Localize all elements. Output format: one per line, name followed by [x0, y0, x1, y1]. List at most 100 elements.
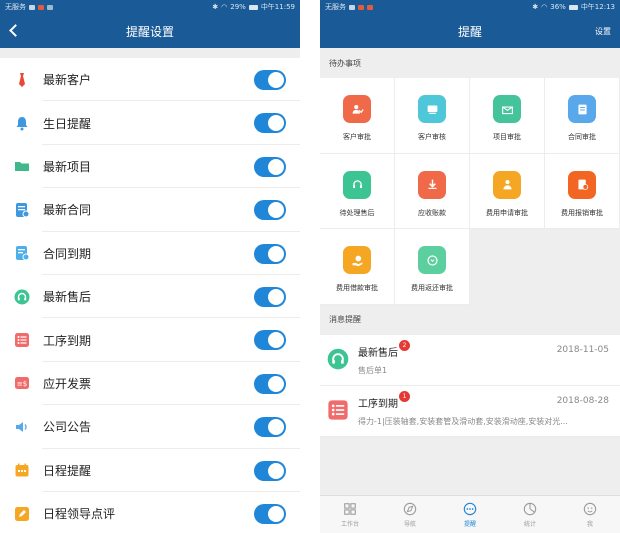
refund-icon	[418, 246, 446, 274]
setting-label: 工序到期	[43, 333, 92, 348]
carrier-label: 无服务	[5, 3, 26, 11]
setting-row: ≡$ 应开发票	[0, 361, 300, 406]
setting-row: 日程提醒	[0, 448, 300, 493]
setting-label: 合同到期	[43, 246, 92, 261]
message-date: 2018-08-28	[556, 395, 609, 406]
setting-toggle[interactable]	[254, 503, 286, 524]
settings-button[interactable]: 设置	[595, 26, 611, 37]
messages-section-title: 消息提醒	[320, 304, 620, 335]
message-row[interactable]: 最新售后 2 2018-11-05 售后单1	[320, 334, 620, 386]
wifi-icon: ◠	[221, 3, 228, 11]
todo-item[interactable]: 费用返还审批	[395, 229, 470, 305]
setting-label: 最新客户	[43, 73, 92, 88]
setting-row: 日程领导点评	[0, 491, 300, 533]
reminder-screen: 无服务 ✱ ◠ 36% 中午12:13 提醒 设置 待办事项 客户审批 客户审核…	[320, 0, 620, 533]
setting-row: 公司公告	[0, 405, 300, 449]
tab-label: 我	[586, 521, 593, 528]
contract-approve-icon	[568, 95, 596, 123]
back-icon[interactable]	[9, 24, 22, 37]
setting-toggle[interactable]	[254, 200, 286, 221]
tab-chat[interactable]: 提醒	[440, 496, 500, 533]
user-icon	[582, 501, 598, 517]
app-notification-icon	[38, 4, 44, 10]
todo-item-label: 费用申请审批	[486, 208, 528, 217]
message-title: 工序到期 1	[358, 390, 410, 410]
bottom-tab-bar: 工作台 导航 提醒 统计 我	[320, 495, 620, 533]
app-root: 无服务 ✱ ◠ 29% 中午11:59 提醒设置 最新客户 生日提醒 最新项目 …	[0, 0, 620, 533]
setting-row: 最新项目	[0, 144, 300, 189]
todo-item[interactable]: 客户审批	[320, 78, 395, 154]
unread-badge: 2	[399, 339, 410, 351]
todo-item[interactable]: 合同审批	[545, 78, 620, 154]
pen-icon	[14, 506, 30, 522]
app-notification-icon	[358, 4, 364, 10]
status-bar: 无服务 ✱ ◠ 36% 中午12:13	[320, 0, 620, 14]
page-title: 提醒	[457, 24, 482, 39]
tab-workbench[interactable]: 工作台	[320, 496, 380, 533]
setting-label: 应开发票	[43, 376, 92, 391]
tab-pie[interactable]: 统计	[500, 496, 560, 533]
setting-row: 最新售后	[0, 274, 300, 319]
calendar-icon	[14, 462, 30, 478]
setting-label: 最新项目	[43, 159, 92, 174]
setting-toggle[interactable]	[254, 330, 286, 351]
page-title: 提醒设置	[125, 24, 174, 39]
toggle-knob	[268, 158, 284, 175]
todo-item[interactable]: 费用报销审批	[545, 153, 620, 229]
todo-item[interactable]: 项目审批	[470, 78, 545, 154]
todo-section-title: 待办事项	[320, 48, 620, 78]
battery-label: 29%	[230, 3, 246, 11]
setting-row: 工序到期	[0, 318, 300, 363]
setting-toggle[interactable]	[254, 113, 286, 134]
todo-item[interactable]: 应收账款	[395, 153, 470, 229]
toggle-knob	[268, 505, 284, 522]
setting-label: 日程领导点评	[43, 507, 116, 522]
setting-toggle[interactable]	[254, 286, 286, 307]
list-icon	[14, 332, 30, 348]
contract-icon	[14, 202, 30, 218]
settings-list: 最新客户 生日提醒 最新项目 最新合同 合同到期 最新售后 工序到期 ≡$ 应开…	[0, 58, 300, 533]
tab-user[interactable]: 我	[560, 496, 620, 533]
message-subtitle: 得力-1|压装轴套,安装套管及滑动套,安装滑动座,安装对光...	[358, 416, 568, 426]
tab-label: 统计	[523, 521, 536, 528]
todo-item[interactable]: 费用申请审批	[470, 153, 545, 229]
setting-toggle[interactable]	[254, 156, 286, 177]
toggle-knob	[268, 202, 284, 219]
setting-toggle[interactable]	[254, 373, 286, 394]
todo-item-label: 项目审批	[493, 133, 521, 141]
setting-row: 最新合同	[0, 188, 300, 232]
message-row[interactable]: 工序到期 1 2018-08-28 得力-1|压装轴套,安装套管及滑动套,安装滑动…	[320, 385, 620, 437]
workbench-icon	[342, 501, 358, 517]
setting-row: 合同到期	[0, 231, 300, 276]
todo-item[interactable]: 待处理售后	[320, 153, 395, 229]
reimburse-icon	[568, 170, 596, 199]
todo-item-label: 客户审批	[343, 133, 371, 141]
tab-label: 提醒	[463, 521, 476, 528]
toggle-knob	[268, 419, 284, 436]
todo-item-label: 费用返还审批	[411, 284, 453, 292]
bell-icon	[14, 115, 30, 131]
todo-item-label: 待处理售后	[339, 208, 375, 217]
header-bar: 提醒设置	[0, 14, 300, 48]
todo-item[interactable]: 客户审核	[395, 78, 470, 154]
toggle-knob	[268, 115, 284, 132]
tab-navigation[interactable]: 导航	[380, 496, 440, 533]
toggle-knob	[268, 332, 284, 349]
tab-label: 工作台	[340, 521, 359, 528]
loan-icon	[343, 246, 371, 274]
setting-toggle[interactable]	[254, 70, 286, 90]
toggle-knob	[268, 245, 284, 262]
message-title-text: 工序到期	[358, 398, 398, 410]
setting-toggle[interactable]	[254, 417, 286, 438]
setting-toggle[interactable]	[254, 460, 286, 481]
message-title-text: 最新售后	[358, 347, 398, 359]
todo-item-label: 合同审批	[568, 133, 596, 141]
message-list: 最新售后 2 2018-11-05 售后单1 工序到期 1 2018-08-28 得…	[320, 334, 620, 437]
service-icon	[343, 170, 371, 199]
invoice-icon: ≡$	[14, 375, 30, 391]
todo-item-label: 费用借款审批	[336, 284, 378, 292]
time-label: 中午11:59	[260, 3, 295, 11]
setting-toggle[interactable]	[254, 243, 286, 264]
toggle-knob	[268, 375, 284, 392]
todo-item[interactable]: 费用借款审批	[320, 229, 395, 305]
